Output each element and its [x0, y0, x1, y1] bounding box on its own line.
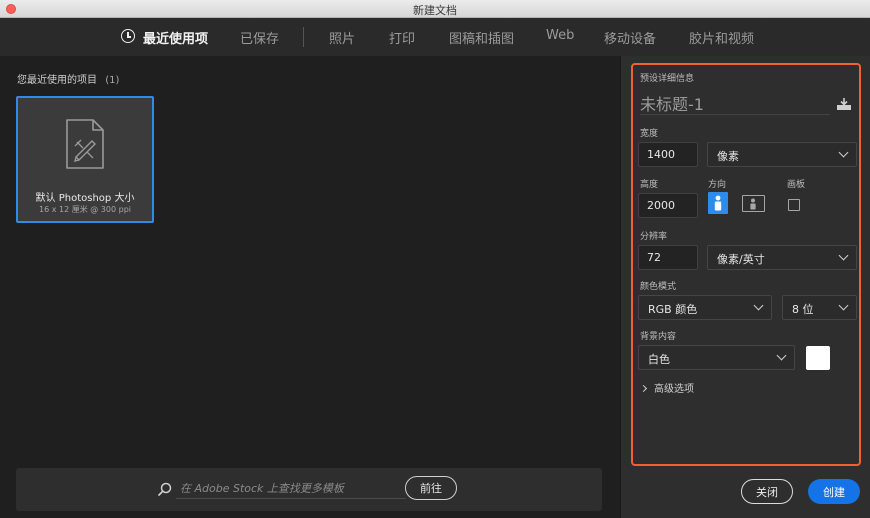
recent-count: (1)	[105, 75, 120, 86]
height-label: 高度	[640, 180, 659, 190]
document-pencil-icon	[66, 119, 104, 169]
portrait-orientation-button[interactable]	[708, 192, 728, 214]
window-title: 新建文档	[413, 4, 457, 17]
width-unit-value: 像素	[717, 150, 739, 163]
background-color-swatch[interactable]	[806, 346, 830, 370]
clock-icon	[121, 29, 135, 43]
background-dropdown[interactable]: 白色	[638, 345, 795, 370]
save-preset-icon[interactable]	[836, 97, 852, 111]
background-label: 背景内容	[640, 332, 677, 342]
width-input[interactable]: 1400	[638, 142, 698, 167]
height-input[interactable]: 2000	[638, 193, 698, 218]
advanced-options-toggle[interactable]: 高级选项	[639, 380, 694, 395]
color-mode-value: RGB 颜色	[648, 303, 698, 316]
title-bar: 新建文档	[0, 0, 870, 18]
close-button[interactable]: 关闭	[741, 479, 793, 504]
tab-saved[interactable]: 已保存	[240, 28, 279, 47]
preset-details-label: 预设详细信息	[640, 74, 695, 84]
preset-details-box: 预设详细信息 未标题-1 宽度 1400 像素 高度 方向 画板 2000 分辨…	[631, 63, 861, 466]
recent-heading: 您最近使用的项目 (1)	[17, 71, 119, 86]
stock-search-bar: 前往	[16, 468, 602, 511]
person-icon	[714, 195, 722, 211]
chevron-down-icon	[776, 350, 787, 361]
advanced-options-label: 高级选项	[654, 384, 694, 395]
color-mode-label: 颜色模式	[640, 282, 677, 292]
category-tabbar: 最近使用项 已保存 照片 打印 图稿和插图 Web 移动设备 胶片和视频	[0, 18, 870, 56]
tab-film-video[interactable]: 胶片和视频	[689, 28, 754, 47]
recent-item-subtitle: 16 x 12 厘米 @ 300 ppi	[39, 205, 131, 214]
artboard-checkbox[interactable]	[788, 199, 800, 211]
tab-recent[interactable]: 最近使用项	[143, 28, 208, 47]
width-label: 宽度	[640, 129, 659, 139]
tab-photo[interactable]: 照片	[329, 28, 355, 47]
preset-details-panel: 预设详细信息 未标题-1 宽度 1400 像素 高度 方向 画板 2000 分辨…	[620, 56, 870, 518]
background-value: 白色	[648, 353, 670, 366]
bit-depth-dropdown[interactable]: 8 位	[782, 295, 857, 320]
chevron-down-icon	[838, 250, 849, 261]
artboard-label: 画板	[787, 180, 806, 190]
person-icon	[750, 198, 756, 210]
chevron-right-icon	[639, 384, 648, 393]
landscape-orientation-button[interactable]	[742, 195, 765, 212]
tab-web[interactable]: Web	[546, 28, 574, 43]
recent-heading-text: 您最近使用的项目	[17, 75, 97, 86]
tab-art-illustration[interactable]: 图稿和插图	[449, 28, 514, 47]
create-button[interactable]: 创建	[808, 479, 860, 504]
resolution-input[interactable]: 72	[638, 245, 698, 270]
stock-search-input[interactable]	[176, 479, 406, 499]
search-icon	[158, 482, 172, 496]
width-unit-dropdown[interactable]: 像素	[707, 142, 857, 167]
chevron-down-icon	[838, 147, 849, 158]
resolution-label: 分辨率	[640, 232, 668, 242]
chevron-down-icon	[753, 300, 764, 311]
chevron-down-icon	[838, 300, 849, 311]
tab-separator	[303, 27, 304, 47]
document-name-field[interactable]: 未标题-1	[640, 91, 830, 115]
recent-item-title: 默认 Photoshop 大小	[35, 193, 135, 204]
recent-panel: 您最近使用的项目 (1) 默认 Photoshop 大小 16 x 12 厘米 …	[0, 56, 620, 518]
resolution-unit-value: 像素/英寸	[717, 253, 765, 266]
recent-item-default-size[interactable]: 默认 Photoshop 大小 16 x 12 厘米 @ 300 ppi	[16, 96, 154, 223]
tab-mobile[interactable]: 移动设备	[604, 28, 656, 47]
tab-print[interactable]: 打印	[389, 28, 415, 47]
color-mode-dropdown[interactable]: RGB 颜色	[638, 295, 772, 320]
bit-depth-value: 8 位	[792, 303, 814, 316]
go-button[interactable]: 前往	[405, 476, 457, 500]
orientation-label: 方向	[708, 180, 727, 190]
resolution-unit-dropdown[interactable]: 像素/英寸	[707, 245, 857, 270]
